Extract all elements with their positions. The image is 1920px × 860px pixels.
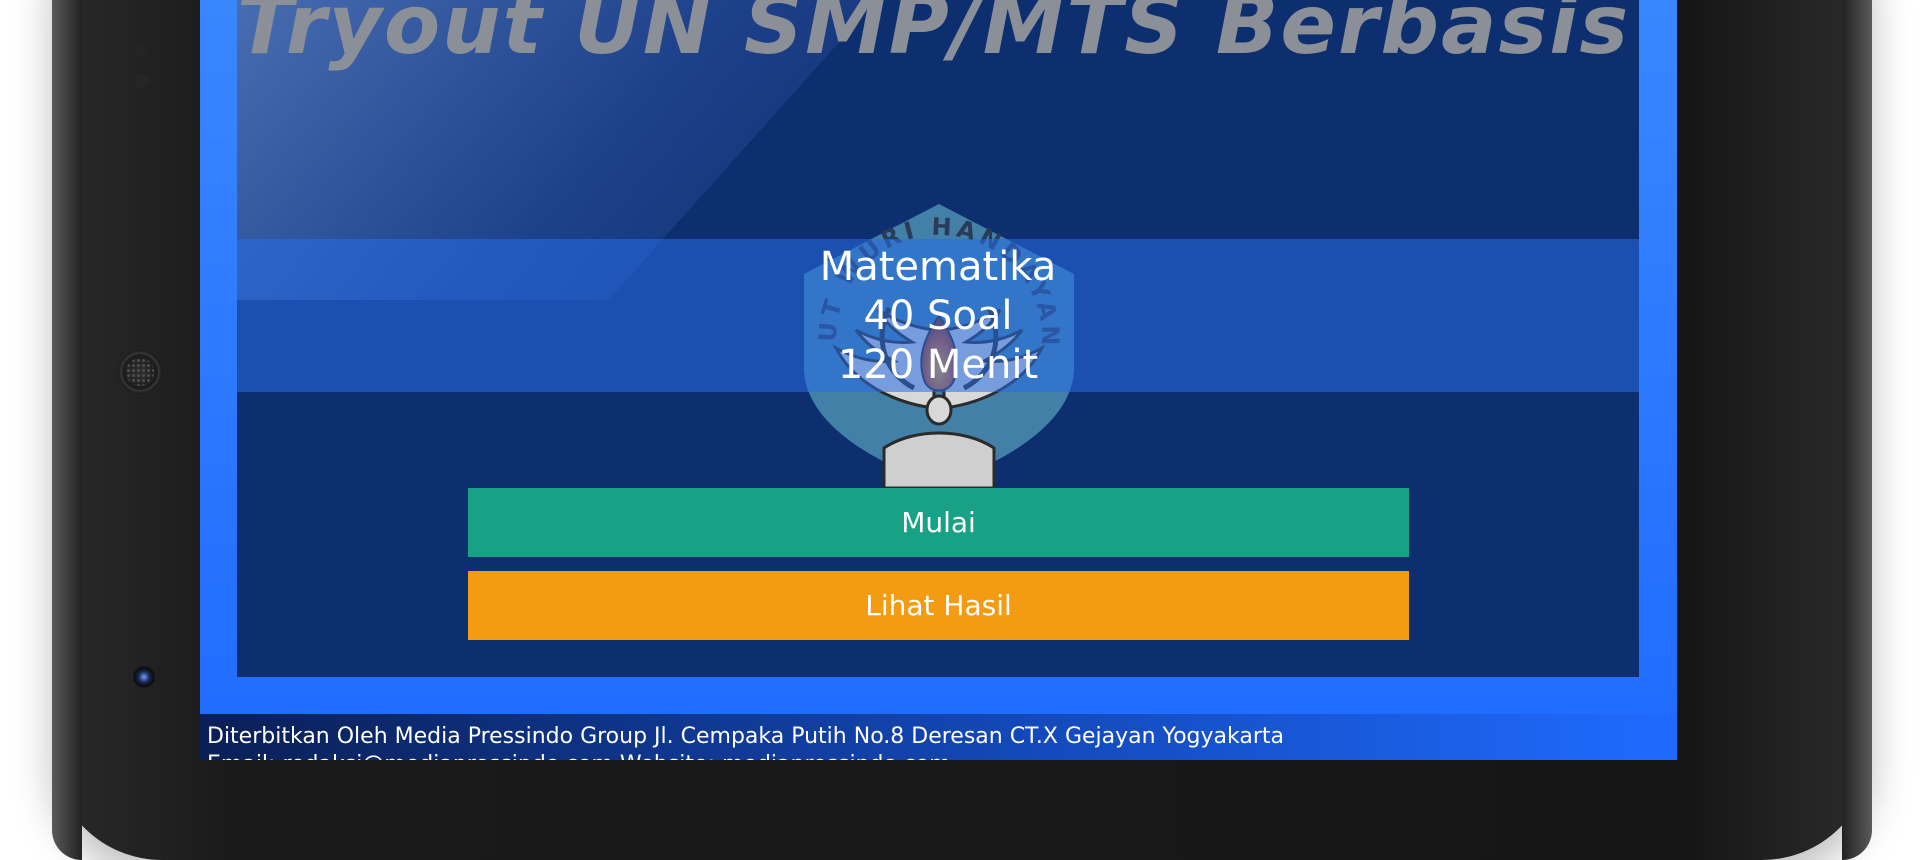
light-sensor-icon xyxy=(134,44,146,56)
exam-question-count: 40 Soal xyxy=(863,293,1013,339)
exam-subject: Matematika xyxy=(819,244,1057,290)
app-screen: Tryout UN SMP/MTS Berbasis CBT TUT WURI … xyxy=(200,0,1677,760)
tablet-frame-left-edge xyxy=(52,0,82,860)
app-title: Tryout UN SMP/MTS Berbasis CBT xyxy=(237,0,1639,73)
proximity-sensor-icon xyxy=(134,74,148,88)
speaker-grille-icon xyxy=(118,350,162,394)
exam-duration: 120 Menit xyxy=(837,342,1039,388)
main-panel: Tryout UN SMP/MTS Berbasis CBT TUT WURI … xyxy=(237,0,1639,677)
publisher-footer: Diterbitkan Oleh Media Pressindo Group J… xyxy=(200,714,1677,760)
start-button[interactable]: Mulai xyxy=(468,488,1409,557)
front-camera-icon xyxy=(133,666,155,688)
publisher-line: Diterbitkan Oleh Media Pressindo Group J… xyxy=(207,724,1284,749)
contact-line: Email: redaksi@mediapressindo.com Websit… xyxy=(207,752,951,760)
exam-info: Matematika 40 Soal 120 Menit xyxy=(237,243,1639,390)
view-results-button[interactable]: Lihat Hasil xyxy=(468,571,1409,640)
tablet-frame-right-edge xyxy=(1842,0,1872,860)
